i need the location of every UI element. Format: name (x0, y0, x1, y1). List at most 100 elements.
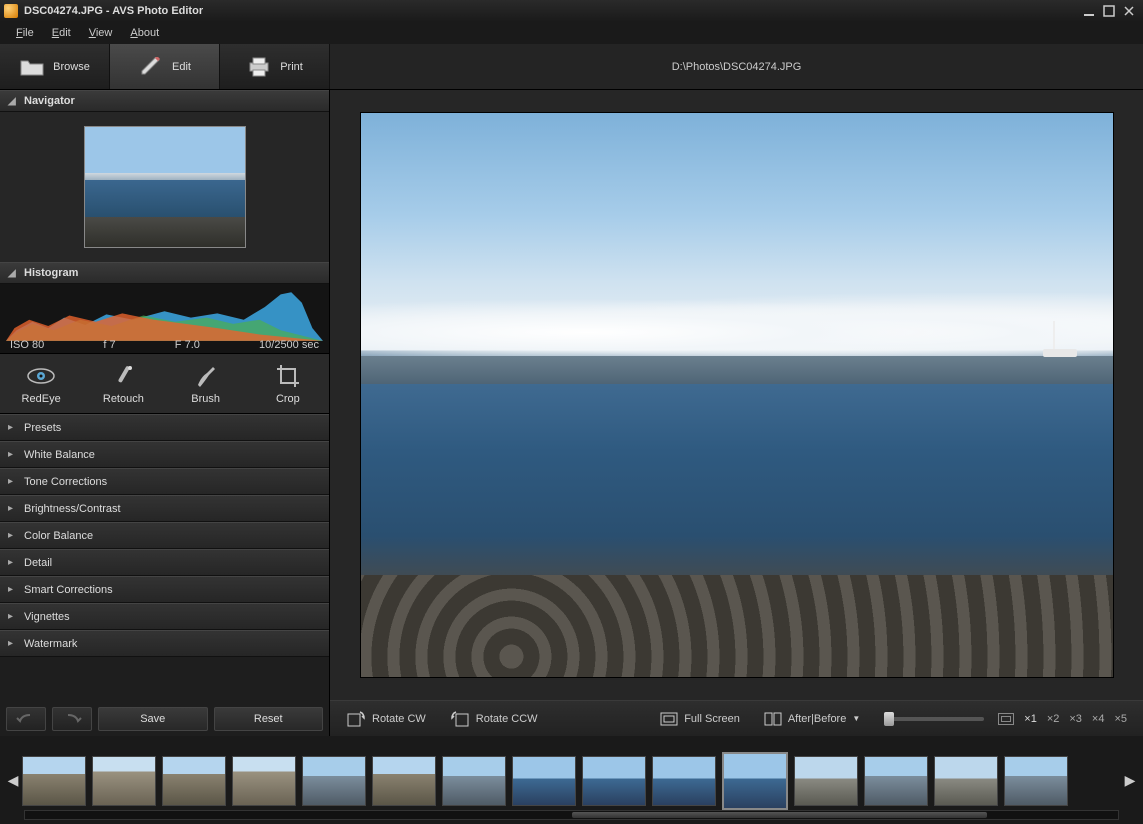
fullscreen-button[interactable]: Full Screen (660, 712, 740, 726)
filmstrip-thumb[interactable] (582, 756, 646, 806)
zoom-x3[interactable]: ×3 (1069, 713, 1082, 725)
filmstrip: ◀ ▶ (0, 736, 1143, 824)
histogram-aperture: F 7.0 (175, 339, 200, 351)
chevron-right-icon (8, 638, 18, 649)
close-button[interactable] (1119, 3, 1139, 19)
filmstrip-prev[interactable]: ◀ (4, 752, 22, 808)
left-panel: ◢Navigator ◢Histogram ISO 80 f 7 F 7.0 1… (0, 90, 330, 736)
mode-toolbar: Browse Edit Print D:\Photos\DSC04274.JPG (0, 44, 1143, 90)
chevron-right-icon (8, 584, 18, 595)
eye-icon (26, 363, 56, 389)
crop-icon (273, 363, 303, 389)
tool-crop[interactable]: Crop (256, 363, 320, 405)
tool-redeye[interactable]: RedEye (9, 363, 73, 405)
file-path: D:\Photos\DSC04274.JPG (330, 44, 1143, 89)
panel-smart-corrections[interactable]: Smart Corrections (0, 576, 329, 603)
tool-retouch-label: Retouch (103, 393, 144, 405)
filmstrip-thumb[interactable] (864, 756, 928, 806)
zoom-x2[interactable]: ×2 (1047, 713, 1060, 725)
navigator-preview[interactable] (0, 112, 329, 262)
chevron-right-icon (8, 557, 18, 568)
navigator-thumbnail (84, 126, 246, 248)
filmstrip-scroll-thumb[interactable] (572, 812, 987, 818)
navigator-header[interactable]: ◢Navigator (0, 90, 329, 112)
filmstrip-track[interactable] (22, 744, 1121, 816)
zoom-x5[interactable]: ×5 (1114, 713, 1127, 725)
tab-edit[interactable]: Edit (110, 44, 220, 89)
canvas-wrap[interactable] (330, 90, 1143, 700)
filmstrip-thumb[interactable] (92, 756, 156, 806)
filmstrip-thumb[interactable] (442, 756, 506, 806)
reset-button[interactable]: Reset (214, 707, 324, 731)
minimize-button[interactable] (1079, 3, 1099, 19)
fit-to-screen-button[interactable] (998, 713, 1014, 725)
filmstrip-thumb[interactable] (512, 756, 576, 806)
tab-browse[interactable]: Browse (0, 44, 110, 89)
tab-print[interactable]: Print (220, 44, 330, 89)
folder-icon (19, 56, 45, 78)
panel-color-balance[interactable]: Color Balance (0, 522, 329, 549)
tool-retouch[interactable]: Retouch (91, 363, 155, 405)
filmstrip-thumb[interactable] (652, 756, 716, 806)
rotate-cw-button[interactable]: Rotate CW (346, 710, 426, 728)
chevron-right-icon (8, 611, 18, 622)
after-before-dropdown[interactable]: After|Before ▼ (764, 712, 860, 726)
wand-icon (108, 363, 138, 389)
printer-icon (246, 56, 272, 78)
zoom-slider-knob[interactable] (884, 712, 894, 726)
menu-view[interactable]: View (81, 25, 121, 41)
filmstrip-thumb[interactable] (1004, 756, 1068, 806)
panel-brightness-contrast[interactable]: Brightness/Contrast (0, 495, 329, 522)
undo-icon (16, 713, 36, 725)
panel-presets[interactable]: Presets (0, 414, 329, 441)
panel-tone-corrections[interactable]: Tone Corrections (0, 468, 329, 495)
histogram-display: ISO 80 f 7 F 7.0 10/2500 sec (0, 284, 329, 354)
maximize-button[interactable] (1099, 3, 1119, 19)
histogram-fshort: f 7 (103, 339, 115, 351)
filmstrip-thumb[interactable] (162, 756, 226, 806)
chevron-right-icon (8, 422, 18, 433)
rotate-cw-icon (346, 710, 366, 728)
tab-print-label: Print (280, 61, 303, 73)
save-reset-row: Save Reset (0, 702, 329, 736)
canvas-panel: Rotate CW Rotate CCW Full Screen After|B… (330, 90, 1143, 736)
menu-about[interactable]: About (122, 25, 167, 41)
filmstrip-thumb[interactable] (232, 756, 296, 806)
menu-file[interactable]: File (8, 25, 42, 41)
histogram-label: Histogram (24, 267, 78, 279)
filmstrip-thumb-selected[interactable] (722, 752, 788, 810)
filmstrip-scrollbar[interactable] (24, 810, 1119, 820)
panel-detail[interactable]: Detail (0, 549, 329, 576)
histogram-chart (6, 288, 323, 341)
filmstrip-thumb[interactable] (22, 756, 86, 806)
app-icon (4, 4, 18, 18)
chevron-right-icon (8, 476, 18, 487)
tool-brush[interactable]: Brush (174, 363, 238, 405)
panel-watermark[interactable]: Watermark (0, 630, 329, 657)
filmstrip-thumb[interactable] (302, 756, 366, 806)
filmstrip-thumb[interactable] (794, 756, 858, 806)
zoom-x4[interactable]: ×4 (1092, 713, 1105, 725)
panel-vignettes[interactable]: Vignettes (0, 603, 329, 630)
tool-crop-label: Crop (276, 393, 300, 405)
zoom-slider[interactable] (884, 717, 984, 721)
menu-edit[interactable]: Edit (44, 25, 79, 41)
adjustments-accordion: Presets White Balance Tone Corrections B… (0, 414, 329, 702)
save-button[interactable]: Save (98, 707, 208, 731)
redo-button[interactable] (52, 707, 92, 731)
undo-button[interactable] (6, 707, 46, 731)
histogram-header[interactable]: ◢Histogram (0, 262, 329, 284)
histogram-shutter: 10/2500 sec (259, 339, 319, 351)
split-view-icon (764, 712, 782, 726)
filmstrip-thumb[interactable] (934, 756, 998, 806)
window-title: DSC04274.JPG - AVS Photo Editor (24, 5, 203, 17)
filmstrip-thumb[interactable] (372, 756, 436, 806)
tool-brush-label: Brush (191, 393, 220, 405)
menubar: File Edit View About (0, 22, 1143, 44)
zoom-x1[interactable]: ×1 (1024, 713, 1037, 725)
view-toolbar: Rotate CW Rotate CCW Full Screen After|B… (330, 700, 1143, 736)
panel-white-balance[interactable]: White Balance (0, 441, 329, 468)
tab-browse-label: Browse (53, 61, 90, 73)
filmstrip-next[interactable]: ▶ (1121, 752, 1139, 808)
rotate-ccw-button[interactable]: Rotate CCW (450, 710, 538, 728)
